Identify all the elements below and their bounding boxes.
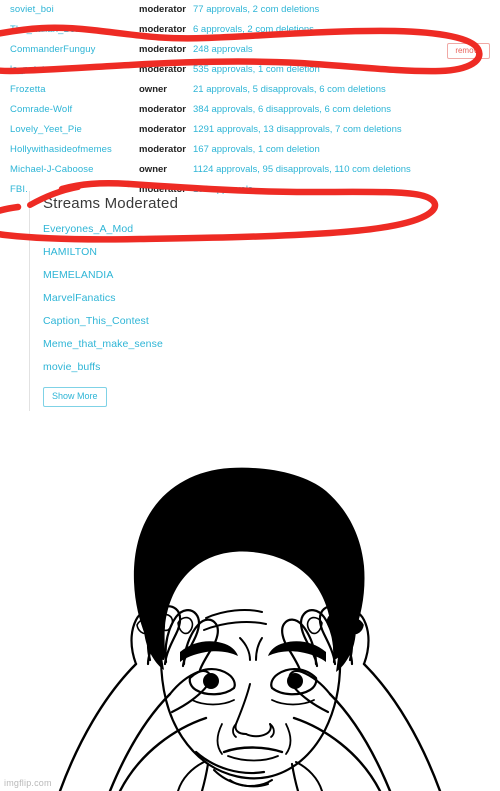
moderator-role: moderator	[139, 144, 186, 155]
moderator-role: moderator	[139, 4, 186, 15]
moderator-username-link[interactable]: Comrade-Wolf	[10, 100, 72, 120]
remove-moderator-button[interactable]: remove	[447, 43, 490, 59]
moderator-username-link[interactable]: Frozetta	[10, 80, 46, 100]
table-row[interactable]: CommanderFunguy moderator 248 approvals …	[0, 40, 500, 60]
table-row[interactable]: Hollywithasideofmemes moderator 167 appr…	[0, 140, 500, 160]
moderator-username-link[interactable]: soviet_boi	[10, 0, 54, 20]
stream-link[interactable]: MEMELANDIA	[43, 264, 500, 287]
moderator-stats[interactable]: 6 approvals, 2 com deletions	[193, 20, 314, 40]
moderator-stats[interactable]: 384 approvals, 6 disapprovals, 6 com del…	[193, 100, 391, 120]
moderator-stats[interactable]: 535 approvals, 1 com deletion	[193, 60, 320, 80]
moderator-role: moderator	[139, 24, 186, 35]
table-row[interactable]: le_potato moderator 535 approvals, 1 com…	[0, 60, 500, 80]
show-more-button[interactable]: Show More	[43, 387, 107, 407]
moderator-username-link[interactable]: Hollywithasideofmemes	[10, 140, 112, 160]
stream-link[interactable]: movie_buffs	[43, 356, 500, 379]
moderator-username-link[interactable]: le_potato	[10, 60, 50, 80]
moderator-stats[interactable]: 1124 approvals, 95 disapprovals, 110 com…	[193, 160, 411, 180]
table-row[interactable]: Lovely_Yeet_Pie moderator 1291 approvals…	[0, 120, 500, 140]
table-row[interactable]: Comrade-Wolf moderator 384 approvals, 6 …	[0, 100, 500, 120]
moderator-stats[interactable]: 167 approvals, 1 com deletion	[193, 140, 320, 160]
jackie-chan-confused-meme-illustration	[0, 412, 500, 791]
stream-link[interactable]: Meme_that_make_sense	[43, 333, 500, 356]
moderator-stats[interactable]: 21 approvals, 5 disapprovals, 6 com dele…	[193, 80, 386, 100]
moderator-stats[interactable]: 1291 approvals, 13 disapprovals, 7 com d…	[193, 120, 402, 140]
streams-moderated-section: Streams Moderated Everyones_A_Mod HAMILT…	[29, 191, 500, 411]
moderator-stats[interactable]: 77 approvals, 2 com deletions	[193, 0, 319, 20]
screenshot-panel: soviet_boi moderator 77 approvals, 2 com…	[0, 0, 500, 412]
moderator-role: moderator	[139, 64, 186, 75]
moderator-role: moderator	[139, 104, 186, 115]
page-title: Streams Moderated	[43, 195, 179, 212]
table-row[interactable]: The_Italian_Bob moderator 6 approvals, 2…	[0, 20, 500, 40]
stream-link[interactable]: Everyones_A_Mod	[43, 218, 500, 241]
moderator-username-link[interactable]: Lovely_Yeet_Pie	[10, 120, 82, 140]
table-row[interactable]: Michael-J-Caboose owner 1124 approvals, …	[0, 160, 500, 180]
moderator-role: moderator	[139, 124, 186, 135]
moderator-role: moderator	[139, 44, 186, 55]
stream-link[interactable]: MarvelFanatics	[43, 287, 500, 310]
moderator-username-link[interactable]: CommanderFunguy	[10, 40, 95, 60]
stream-link[interactable]: Caption_This_Contest	[43, 310, 500, 333]
moderator-username-link[interactable]: FBI.	[10, 180, 28, 200]
moderator-role: owner	[139, 164, 167, 175]
imgflip-watermark: imgflip.com	[4, 778, 52, 788]
moderator-username-link[interactable]: Michael-J-Caboose	[10, 160, 94, 180]
moderator-username-link[interactable]: The_Italian_Bob	[10, 20, 81, 40]
table-row[interactable]: Frozetta owner 21 approvals, 5 disapprov…	[0, 80, 500, 100]
stream-link[interactable]: HAMILTON	[43, 241, 500, 264]
moderator-stats[interactable]: 248 approvals	[193, 40, 253, 60]
moderator-table: soviet_boi moderator 77 approvals, 2 com…	[0, 0, 500, 200]
moderator-role: owner	[139, 84, 167, 95]
table-row[interactable]: soviet_boi moderator 77 approvals, 2 com…	[0, 0, 500, 20]
meme-image-panel: imgflip.com	[0, 412, 500, 791]
